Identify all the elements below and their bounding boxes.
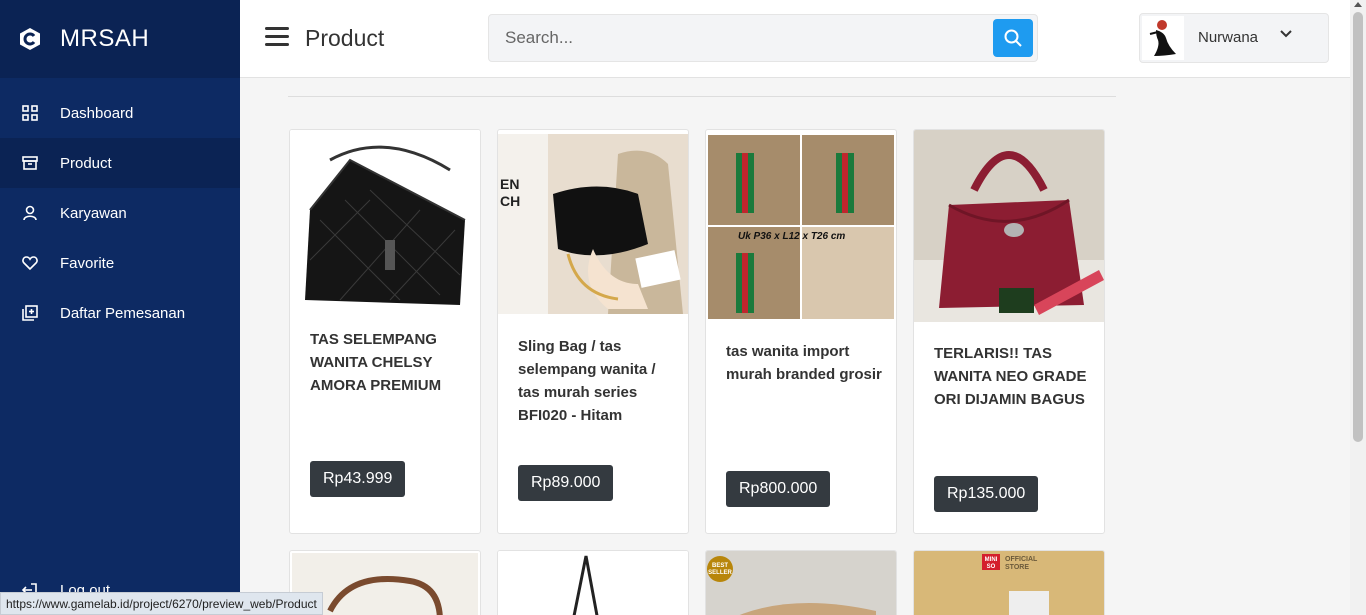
sidebar-item-favorite[interactable]: Favorite	[0, 238, 240, 288]
grid-icon	[20, 103, 40, 123]
svg-text:CH: CH	[500, 193, 520, 209]
svg-text:MINI: MINI	[985, 557, 998, 563]
divider	[288, 96, 1116, 97]
price-button[interactable]: Rp43.999	[310, 461, 406, 497]
product-card[interactable]: MINI SO OFFICIAL STORE	[913, 550, 1105, 615]
scroll-up-arrow-icon[interactable]	[1354, 2, 1362, 7]
svg-text:SO: SO	[987, 564, 996, 570]
product-title: Sling Bag / tas selempang wanita / tas m…	[518, 338, 656, 424]
archive-icon	[20, 153, 40, 173]
product-image: EN CH	[498, 134, 688, 314]
product-card[interactable]: Uk P36 x L12 x T26 cm tas wanita import …	[705, 129, 897, 534]
user-icon	[20, 203, 40, 223]
image-caption-text: Uk P36 x L12 x T26 cm	[738, 231, 845, 242]
image-sign-text: EN	[500, 176, 519, 192]
sidebar-item-label: Karyawan	[60, 204, 127, 222]
add-list-icon	[20, 303, 40, 323]
sidebar-item-product[interactable]: Product	[0, 138, 240, 188]
price-button[interactable]: Rp135.000	[934, 476, 1039, 512]
sidebar-item-label: Dashboard	[60, 104, 134, 122]
search-button[interactable]	[993, 19, 1033, 57]
menu-toggle-icon[interactable]	[265, 27, 289, 47]
product-card[interactable]: TAS SELEMPANG WANITA CHELSY AMORA PREMIU…	[289, 129, 481, 534]
product-image	[914, 130, 1104, 322]
sidebar-item-daftar-pemesanan[interactable]: Daftar Pemesanan	[0, 288, 240, 338]
search-bar	[488, 14, 1038, 62]
svg-text:OFFICIAL: OFFICIAL	[1005, 556, 1038, 563]
brand-logo-icon	[20, 28, 40, 50]
product-image	[290, 130, 480, 310]
svg-text:SELLER: SELLER	[708, 570, 732, 576]
search-icon	[1004, 29, 1022, 47]
page-title: Product	[305, 25, 385, 51]
product-card[interactable]: BEST SELLER	[705, 550, 897, 615]
product-title: TERLARIS!! TAS WANITA NEO GRADE ORI DIJA…	[934, 345, 1087, 408]
user-menu[interactable]: Nurwana	[1139, 13, 1329, 63]
status-bar-url: https://www.gamelab.id/project/6270/prev…	[0, 592, 323, 615]
svg-text:STORE: STORE	[1005, 564, 1029, 571]
product-image: Uk P36 x L12 x T26 cm	[706, 133, 896, 320]
sidebar-item-dashboard[interactable]: Dashboard	[0, 88, 240, 138]
heart-icon	[20, 253, 40, 273]
sidebar: MRSAH Dashboard Product Karyawan Favorit…	[0, 0, 240, 615]
brand[interactable]: MRSAH	[0, 0, 240, 78]
product-image	[498, 551, 688, 615]
product-image: MINISO OFFICIALSTORE	[914, 551, 1104, 615]
chevron-down-icon	[1280, 30, 1292, 38]
product-card[interactable]	[497, 550, 689, 615]
sidebar-item-karyawan[interactable]: Karyawan	[0, 188, 240, 238]
sidebar-item-label: Product	[60, 154, 112, 172]
brand-name: MRSAH	[60, 25, 150, 52]
search-input[interactable]	[489, 15, 989, 61]
price-button[interactable]: Rp800.000	[726, 471, 831, 507]
sidebar-item-label: Favorite	[60, 254, 115, 272]
product-card[interactable]: TERLARIS!! TAS WANITA NEO GRADE ORI DIJA…	[913, 129, 1105, 534]
sidebar-item-label: Daftar Pemesanan	[60, 304, 186, 322]
product-card[interactable]: EN CH Sling Bag / tas selempang wanita /…	[497, 129, 689, 534]
vertical-scrollbar[interactable]	[1350, 0, 1366, 615]
product-title: tas wanita import murah branded grosir	[726, 343, 882, 383]
topbar: Product Nurwana	[240, 0, 1350, 78]
avatar	[1142, 16, 1184, 60]
sidebar-nav: Dashboard Product Karyawan Favorite Daft…	[0, 88, 240, 338]
user-name: Nurwana	[1198, 29, 1259, 46]
svg-text:BEST: BEST	[712, 563, 728, 569]
price-button[interactable]: Rp89.000	[518, 465, 614, 501]
product-image: BESTSELLER	[706, 551, 896, 615]
product-title: TAS SELEMPANG WANITA CHELSY AMORA PREMIU…	[310, 331, 442, 394]
scrollbar-thumb[interactable]	[1353, 12, 1363, 442]
